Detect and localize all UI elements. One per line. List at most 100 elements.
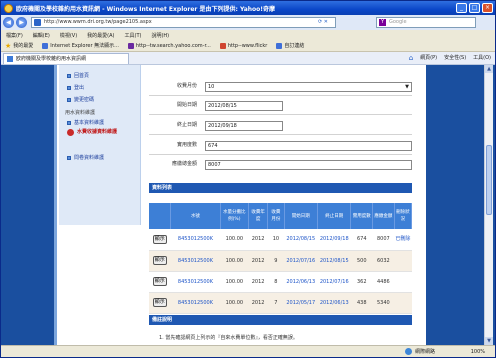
usage-cell: 362 xyxy=(350,271,373,293)
tab-bar: 欧府機關及學校雜約用水資訊網 ⌂ 網頁(P) 安全性(S) 工具(O) xyxy=(1,52,495,65)
sidebar-item-basic-data[interactable]: 基本資料維護 xyxy=(67,118,104,127)
ratio-cell: 100.00 xyxy=(220,292,249,314)
bullet-icon xyxy=(67,85,71,90)
account-cell[interactable]: 8453012500K xyxy=(170,250,221,272)
account-cell[interactable]: 8453012500K xyxy=(170,229,221,251)
favorite-link[interactable]: http--tw.search.yahoo.com-r... xyxy=(127,42,211,49)
field-label: 終止日期 xyxy=(176,122,197,128)
column-header: 水號 xyxy=(170,203,221,229)
show-button[interactable]: 顯示 xyxy=(152,234,167,244)
sidebar-item-questionnaire[interactable]: 問卷資料維護 xyxy=(67,153,104,162)
start-date-cell: 2012/05/17 xyxy=(284,292,318,314)
form-row: 實用度數 674 xyxy=(149,140,412,151)
page-icon xyxy=(7,55,13,62)
scroll-down-icon[interactable]: ▼ xyxy=(485,337,493,345)
forward-button[interactable]: ▶ xyxy=(16,17,27,28)
status-cell: 已刪除 xyxy=(394,229,412,251)
field-label: 應繳總金額 xyxy=(171,161,197,167)
year-cell: 2012 xyxy=(248,229,268,251)
usage-field[interactable]: 674 xyxy=(205,140,412,151)
end-date-cell: 2012/07/16 xyxy=(317,271,351,293)
menu-tools[interactable]: 工具(T) xyxy=(125,32,142,39)
menu-help[interactable]: 說明(H) xyxy=(151,32,169,39)
form-row: 應繳總金額 8007 xyxy=(149,159,412,170)
year-cell: 2012 xyxy=(248,271,268,293)
url-field[interactable]: http://www.wwm.dri.org.tw/page2105.aspx … xyxy=(31,17,336,28)
tab-current[interactable]: 欧府機關及學校雜約用水資訊網 xyxy=(3,52,129,64)
field-label: 實用度數 xyxy=(176,142,197,148)
field-label: 收費月份 xyxy=(176,83,197,89)
end-date-cell: 2012/08/15 xyxy=(317,250,351,272)
url-text: http://www.wwm.dri.org.tw/page2105.aspx xyxy=(44,19,152,25)
year-cell: 2012 xyxy=(248,250,268,272)
menu-tools-cmd[interactable]: 工具(O) xyxy=(473,54,491,62)
show-button[interactable]: 顯示 xyxy=(152,298,167,307)
menu-edit[interactable]: 編輯(E) xyxy=(33,32,50,39)
show-button[interactable]: 顯示 xyxy=(152,256,167,265)
flickr-icon xyxy=(219,42,226,49)
account-cell[interactable]: 8453012500K xyxy=(170,292,221,314)
sidebar-item-logout[interactable]: 登出 xyxy=(67,83,84,92)
favorite-link[interactable]: 自訂連結 xyxy=(276,42,304,49)
table-header: 水號 水量分攤比例(%) 收費年度 收費月份 開始日期 終止日期 實用度數 應繳… xyxy=(149,203,413,229)
chevron-down-icon: ▼ xyxy=(405,83,409,90)
scroll-thumb[interactable] xyxy=(486,145,492,215)
favorites-bar: ★ 我的最愛 Internet Explorer 無法顯示... http--tw… xyxy=(1,40,495,52)
menu-page[interactable]: 網頁(P) xyxy=(420,54,437,62)
home-icon[interactable]: ⌂ xyxy=(409,54,413,62)
month-cell: 10 xyxy=(267,229,284,251)
close-button[interactable]: × xyxy=(482,3,493,13)
show-button[interactable]: 顯示 xyxy=(152,277,167,286)
menu-view[interactable]: 檢視(V) xyxy=(60,32,77,39)
menu-favorites[interactable]: 我的最愛(A) xyxy=(87,32,114,39)
table-row: 顯示 8453012500K 100.00 2012 7 2012/05/17 … xyxy=(149,292,412,314)
sidebar-item-change-password[interactable]: 變更密碼 xyxy=(67,95,94,104)
zoom-level[interactable]: 100% xyxy=(471,349,485,355)
minimize-button[interactable]: _ xyxy=(456,3,467,13)
sidebar-item-water-receipt[interactable]: 水費收據資料維護 xyxy=(67,129,117,149)
amount-cell: 8007 xyxy=(372,229,395,251)
end-date-field[interactable]: 2012/09/18 xyxy=(205,120,283,131)
ratio-cell: 100.00 xyxy=(220,250,249,272)
link-icon xyxy=(276,42,283,49)
month-cell: 9 xyxy=(267,250,284,272)
usage-cell: 674 xyxy=(350,229,373,251)
account-cell[interactable]: 8453012500K xyxy=(170,271,221,293)
sidebar-item-home[interactable]: 回首頁 xyxy=(67,71,89,80)
form-row: 收費月份 10 ▼ xyxy=(149,81,412,92)
status-bar: 網際網路 100% xyxy=(1,345,495,357)
ratio-cell: 100.00 xyxy=(220,229,249,251)
vertical-scrollbar[interactable]: ▲ ▼ xyxy=(484,65,493,345)
security-zone: 網際網路 xyxy=(404,348,435,355)
start-date-field[interactable]: 2012/08/15 xyxy=(205,100,283,111)
search-input[interactable]: Y Google xyxy=(376,17,476,28)
amount-field[interactable]: 8007 xyxy=(205,159,412,170)
month-cell: 8 xyxy=(267,271,284,293)
back-button[interactable]: ◀ xyxy=(3,17,14,28)
menu-safety[interactable]: 安全性(S) xyxy=(444,54,466,62)
maximize-button[interactable]: □ xyxy=(469,3,480,13)
yahoo-icon: Y xyxy=(379,19,386,26)
scroll-up-icon[interactable]: ▲ xyxy=(485,65,493,73)
menu-file[interactable]: 檔案(F) xyxy=(6,32,23,39)
billing-month-select[interactable]: 10 ▼ xyxy=(205,81,412,92)
favorites-button[interactable]: ★ 我的最愛 xyxy=(1,42,33,50)
table-row: 顯示 8453012500K 100.00 2012 9 2012/07/16 … xyxy=(149,250,412,272)
notes-section-title: 備註說明 xyxy=(149,315,412,325)
favorite-link[interactable]: http--www.flickr xyxy=(219,42,267,49)
bullet-icon xyxy=(67,120,71,125)
favorite-link[interactable]: Internet Explorer 無法顯示... xyxy=(42,42,119,49)
star-icon: ★ xyxy=(5,41,12,50)
command-bar: ⌂ 網頁(P) 安全性(S) 工具(O) xyxy=(409,54,491,62)
window-title: 欧府機關及學校雜約用水資訊網 - Windows Internet Explor… xyxy=(16,5,276,13)
table-row: 顯示 8453012500K 100.00 2012 10 2012/08/15… xyxy=(149,229,412,251)
amount-cell: 4486 xyxy=(372,271,395,293)
sidebar: 回首頁 登出 變更密碼 用水資料維護 基本資料維護 水費收據資料維護 問卷資料維… xyxy=(59,65,141,225)
month-cell: 7 xyxy=(267,292,284,314)
ie-icon xyxy=(4,3,13,13)
usage-cell: 438 xyxy=(350,292,373,314)
title-bar: 欧府機關及學校雜約用水資訊網 - Windows Internet Explor… xyxy=(1,1,495,15)
form-row: 開始日期 2012/08/15 xyxy=(149,100,412,111)
column-header: 水量分攤比例(%) xyxy=(220,203,249,229)
refresh-icon[interactable]: ⟳ ✕ xyxy=(318,19,334,26)
